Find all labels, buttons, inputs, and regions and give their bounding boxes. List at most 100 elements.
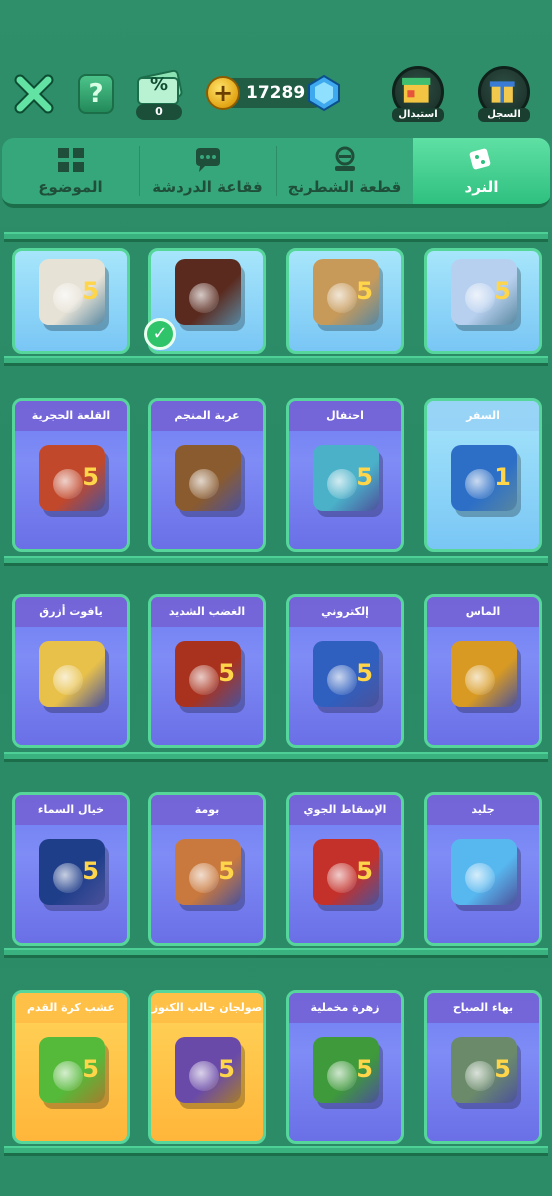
dice-preview: 5 bbox=[313, 259, 379, 325]
dice-item-title: جليد bbox=[427, 795, 539, 825]
dice-item-card[interactable]: صولجان جالب الكنوز 5 bbox=[148, 990, 266, 1144]
dice-item-card[interactable]: السفر 1 bbox=[424, 398, 542, 552]
theme-grid-icon bbox=[57, 148, 84, 172]
dice-preview: 5 bbox=[313, 445, 379, 511]
dice-item-card[interactable]: 5 bbox=[12, 248, 130, 354]
dice-item-card[interactable]: زهرة مخملية 5 bbox=[286, 990, 404, 1144]
dice-item-title: الإسقاط الجوي bbox=[289, 795, 401, 825]
dice-item-title: صولجان جالب الكنوز bbox=[151, 993, 263, 1023]
dice-preview: 5 bbox=[39, 445, 105, 511]
tab-label: الموضوع bbox=[38, 178, 103, 196]
chess-piece-icon bbox=[334, 146, 355, 171]
dice-preview: 5 bbox=[451, 259, 517, 325]
dice-number: 5 bbox=[218, 659, 235, 687]
top-bar: ? % 0 + 17289 استبدال السجل bbox=[0, 60, 552, 130]
tab-chat-bubble[interactable]: فقاعة الدردشة bbox=[139, 138, 276, 204]
dice-preview: 5 bbox=[175, 641, 241, 707]
dice-item-card[interactable]: الغضب الشديد 5 bbox=[148, 594, 266, 748]
dice-item-title: القلعة الحجرية bbox=[15, 401, 127, 431]
dice-icon bbox=[469, 148, 490, 170]
swirl-icon bbox=[189, 283, 219, 313]
ticket-label: % bbox=[150, 74, 169, 95]
close-icon[interactable] bbox=[14, 74, 54, 114]
dice-item-title: الغضب الشديد bbox=[151, 597, 263, 627]
crate-icon bbox=[327, 863, 357, 893]
dice-number: 5 bbox=[494, 277, 511, 305]
category-tabs: الموضوع فقاعة الدردشة قطعة الشطرنج النرد bbox=[2, 138, 550, 208]
tab-theme[interactable]: الموضوع bbox=[2, 138, 139, 204]
coin-icon[interactable]: + bbox=[206, 76, 240, 110]
dice-preview bbox=[451, 641, 517, 707]
dice-item-card[interactable]: يافوت أزرق bbox=[12, 594, 130, 748]
dice-preview bbox=[175, 445, 241, 511]
door-icon bbox=[53, 469, 83, 499]
dice-number: 5 bbox=[356, 277, 373, 305]
dice-item-title: احتفال bbox=[289, 401, 401, 431]
dice-preview: 5 bbox=[39, 839, 105, 905]
ticket-count: 0 bbox=[136, 104, 182, 120]
dice-number: 5 bbox=[356, 463, 373, 491]
dice-number: 5 bbox=[494, 1055, 511, 1083]
dice-item-card[interactable]: خيال السماء 5 bbox=[12, 792, 130, 946]
lava-icon bbox=[189, 665, 219, 695]
rainbow-icon bbox=[53, 283, 83, 313]
dice-item-card[interactable]: عشب كرة القدم 5 bbox=[12, 990, 130, 1144]
bus-icon bbox=[465, 469, 495, 499]
dice-item-card[interactable]: بومة 5 bbox=[148, 792, 266, 946]
dice-preview bbox=[451, 839, 517, 905]
dice-preview: 5 bbox=[451, 1037, 517, 1103]
dice-number: 5 bbox=[356, 857, 373, 885]
dice-number: 5 bbox=[218, 857, 235, 885]
dice-item-title: خيال السماء bbox=[15, 795, 127, 825]
dice-item-card[interactable]: احتفال 5 bbox=[286, 398, 404, 552]
dice-item-title: يافوت أزرق bbox=[15, 597, 127, 627]
dice-item-card[interactable]: عربة المنجم bbox=[148, 398, 266, 552]
dice-item-card[interactable]: الماس bbox=[424, 594, 542, 748]
dice-preview: 1 bbox=[451, 445, 517, 511]
dice-item-title: بهاء الصباح bbox=[427, 993, 539, 1023]
mask-icon bbox=[327, 469, 357, 499]
dice-item-title: عربة المنجم bbox=[151, 401, 263, 431]
dice-preview bbox=[39, 641, 105, 707]
dice-item-card[interactable]: إلكتروني 5 bbox=[286, 594, 404, 748]
shelf bbox=[4, 232, 548, 242]
mine-cart-icon bbox=[189, 469, 219, 499]
dice-preview: 5 bbox=[39, 259, 105, 325]
tab-chess-piece[interactable]: قطعة الشطرنج bbox=[276, 138, 413, 204]
coin-value: 17289 bbox=[246, 83, 306, 103]
owl-icon bbox=[189, 863, 219, 893]
ice-star-icon bbox=[465, 863, 495, 893]
shelf bbox=[4, 948, 548, 958]
dice-preview: 5 bbox=[175, 1037, 241, 1103]
selected-check-icon: ✓ bbox=[144, 318, 176, 350]
dice-item-title: بومة bbox=[151, 795, 263, 825]
dice-preview: 5 bbox=[313, 839, 379, 905]
shelf bbox=[4, 556, 548, 566]
dice-item-card[interactable]: الإسقاط الجوي 5 bbox=[286, 792, 404, 946]
soccer-ball-icon bbox=[53, 1061, 83, 1091]
question-icon bbox=[465, 283, 495, 313]
tab-label: النرد bbox=[464, 178, 499, 196]
tab-label: فقاعة الدردشة bbox=[152, 178, 263, 196]
dice-item-card[interactable]: جليد bbox=[424, 792, 542, 946]
crown-icon bbox=[327, 283, 357, 313]
morning-glory-icon bbox=[465, 1061, 495, 1091]
dice-number: 1 bbox=[494, 463, 511, 491]
dice-number: 5 bbox=[82, 463, 99, 491]
dice-number: 5 bbox=[82, 277, 99, 305]
star-icon bbox=[53, 665, 83, 695]
dice-item-card[interactable]: القلعة الحجرية 5 bbox=[12, 398, 130, 552]
dice-number: 5 bbox=[218, 1055, 235, 1083]
dice-item-card[interactable]: بهاء الصباح 5 bbox=[424, 990, 542, 1144]
tab-dice[interactable]: النرد bbox=[413, 138, 550, 204]
dice-item-card[interactable]: 5 bbox=[286, 248, 404, 354]
dice-item-card[interactable]: 5 bbox=[424, 248, 542, 354]
gem-icon[interactable] bbox=[306, 74, 342, 112]
exchange-label: استبدال bbox=[392, 108, 444, 122]
help-button[interactable]: ? bbox=[78, 74, 114, 114]
scepter-icon bbox=[189, 1061, 219, 1091]
dice-item-title: السفر bbox=[427, 401, 539, 431]
dice-preview: 5 bbox=[39, 1037, 105, 1103]
history-label: السجل bbox=[478, 108, 530, 122]
shelf bbox=[4, 1146, 548, 1156]
